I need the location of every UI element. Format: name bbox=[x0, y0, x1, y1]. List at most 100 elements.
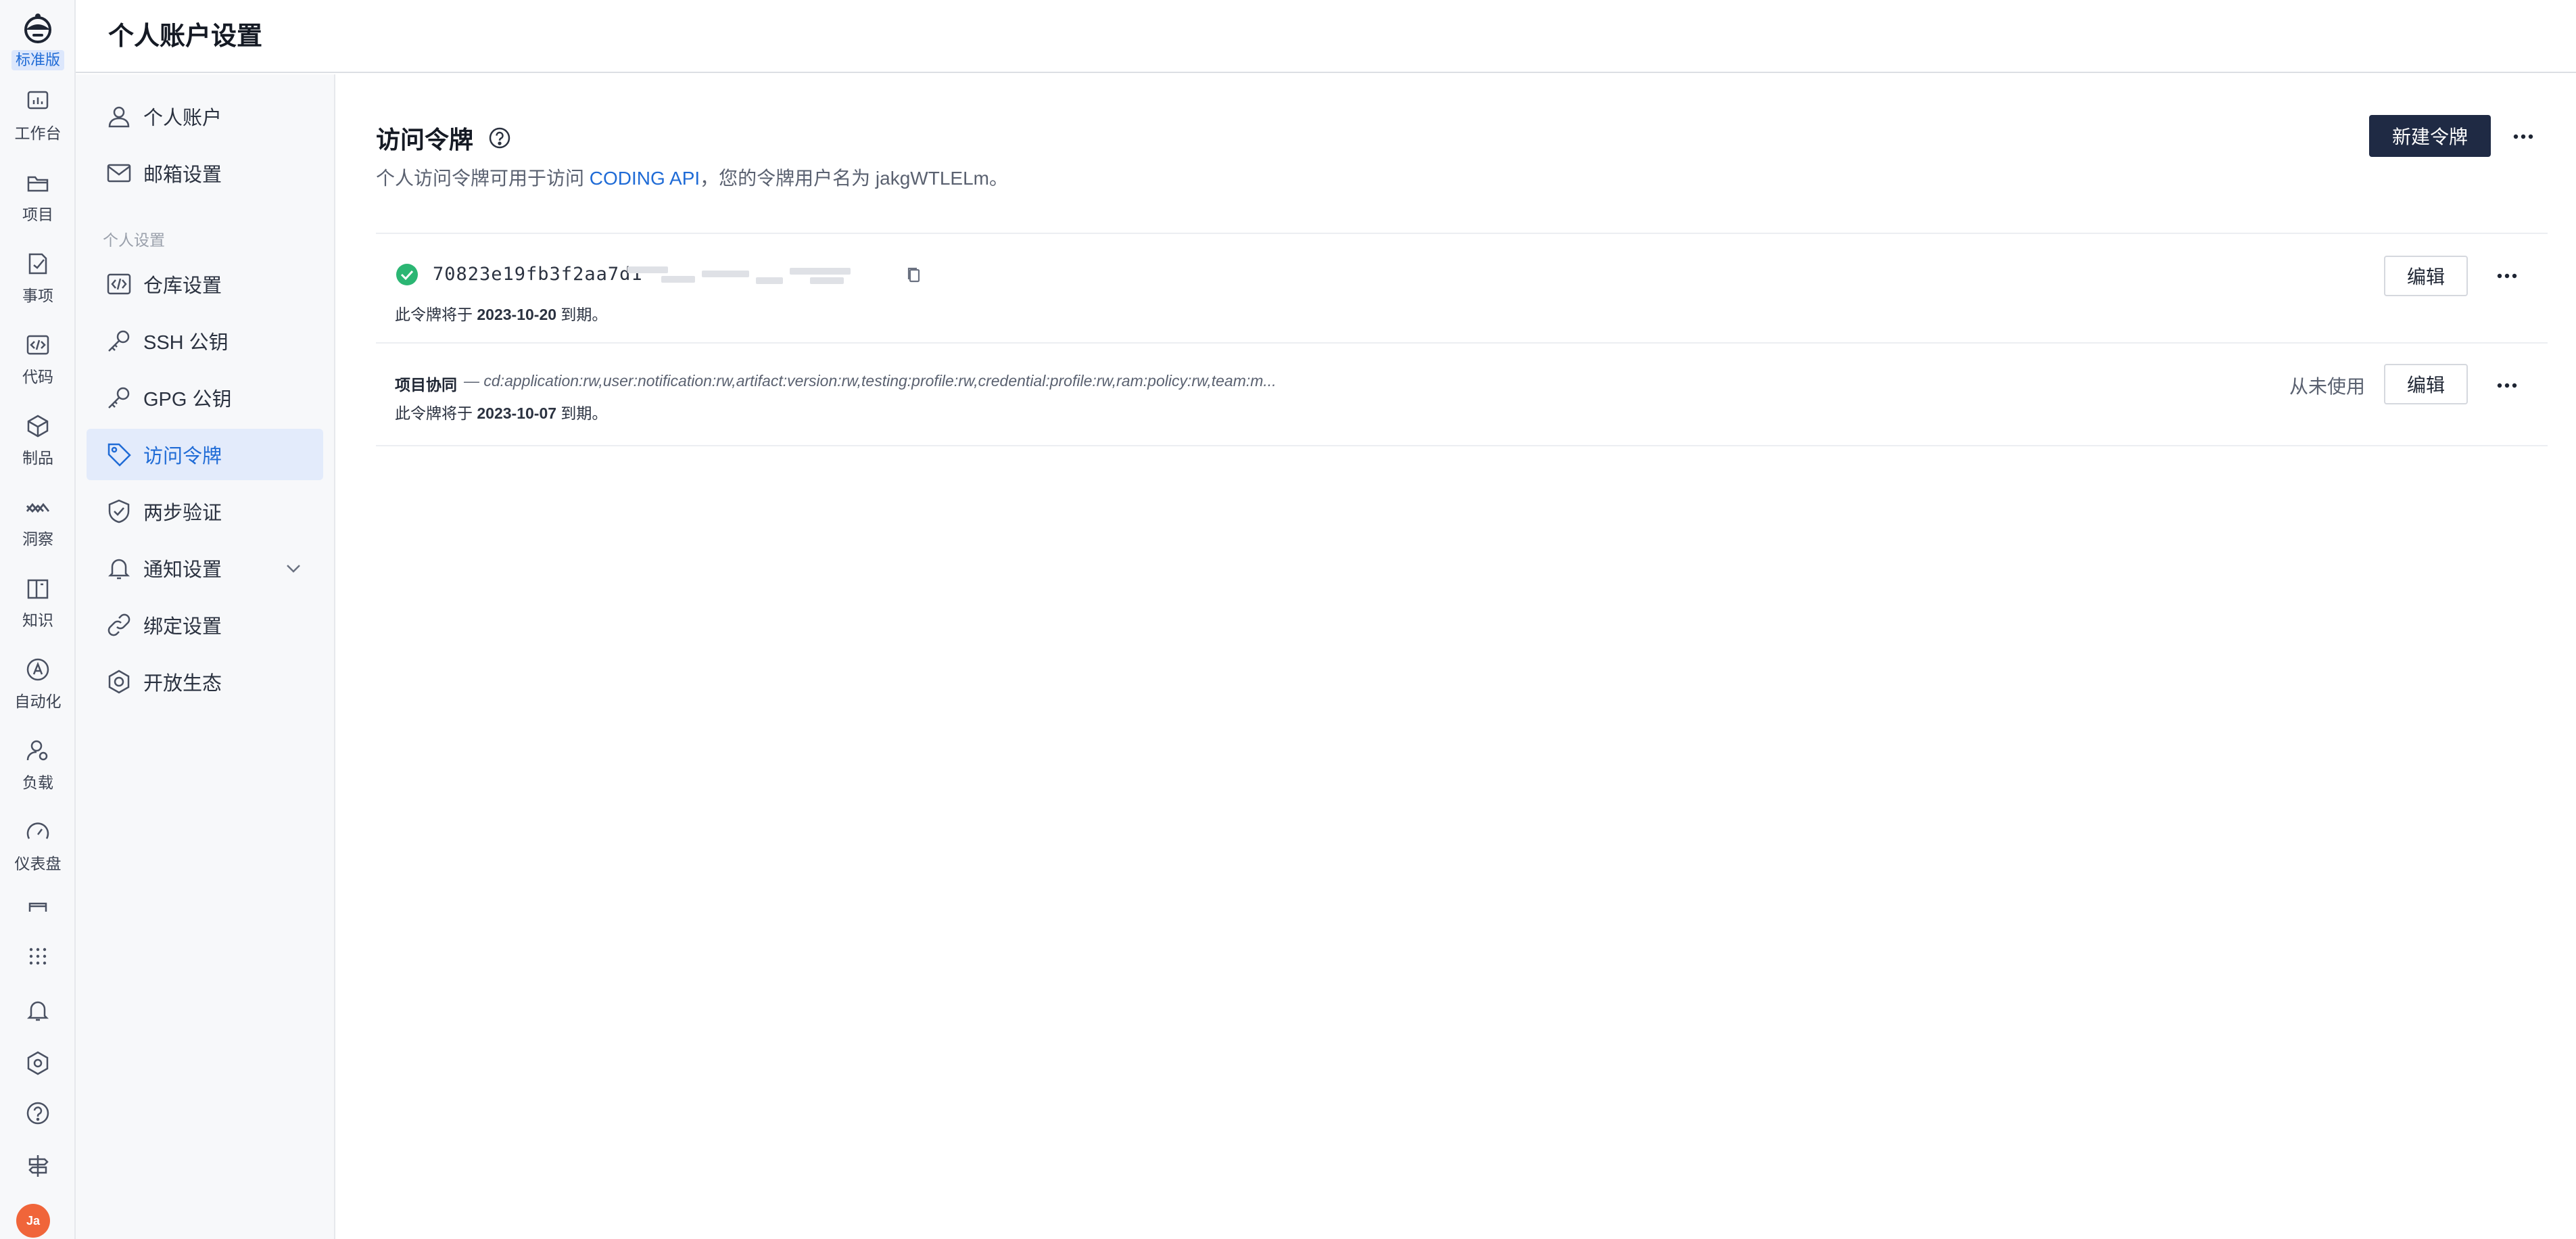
expiry-text: 到期。 bbox=[556, 404, 608, 422]
sidebar-item-label: 绑定设置 bbox=[143, 616, 222, 638]
more-options-icon[interactable] bbox=[2494, 262, 2521, 289]
code-icon bbox=[26, 335, 49, 355]
new-token-button[interactable]: 新建令牌 bbox=[2369, 115, 2491, 157]
sidebar-item-repository[interactable]: 仓库设置 bbox=[87, 258, 323, 310]
insight-icon bbox=[26, 502, 50, 513]
sidebar-item-personal-account[interactable]: 个人账户 bbox=[87, 91, 323, 142]
edit-token-button[interactable]: 编辑 bbox=[2384, 364, 2468, 404]
rail-item-insight[interactable]: 洞察 bbox=[0, 494, 76, 549]
rail-item-issues[interactable]: 事项 bbox=[0, 250, 76, 306]
mail-icon bbox=[107, 164, 131, 183]
user-icon bbox=[108, 106, 130, 128]
sidebar-item-label: 访问令牌 bbox=[143, 446, 222, 467]
token-code: 70823e19fb3f2aa7d1 bbox=[433, 264, 643, 285]
help-icon[interactable] bbox=[24, 1100, 51, 1127]
package-icon bbox=[27, 415, 49, 438]
sidebar-item-notifications[interactable]: 通知设置 bbox=[87, 542, 323, 594]
rail-item-label: 制品 bbox=[22, 449, 53, 467]
sidebar-item-bindings[interactable]: 绑定设置 bbox=[87, 599, 323, 651]
expiry-text: 此令牌将于 bbox=[395, 404, 477, 422]
sidebar-item-label: GPG 公钥 bbox=[143, 389, 232, 411]
rail-item-automation[interactable]: 自动化 bbox=[0, 656, 76, 711]
rail-item-label: 仪表盘 bbox=[14, 855, 62, 872]
rail-item-label: 事项 bbox=[22, 287, 53, 304]
coding-logo-icon bbox=[24, 14, 51, 43]
dashboard-icon bbox=[27, 91, 49, 110]
rail-item-label: 工作台 bbox=[14, 124, 62, 142]
key-icon bbox=[108, 330, 130, 352]
logo[interactable]: 标准版 bbox=[0, 9, 76, 70]
shield-check-icon bbox=[108, 499, 130, 523]
chevron-down-icon[interactable] bbox=[284, 559, 303, 578]
global-nav-rail: 标准版 工作台 项目 事项 代码 制品 洞察 知识 自动化 负载 仪表盘 Ja bbox=[0, 0, 76, 1239]
link-icon bbox=[108, 613, 130, 636]
sidebar-group-label: 个人设置 bbox=[103, 231, 165, 249]
settings-hexagon-icon[interactable] bbox=[24, 1050, 51, 1077]
rail-item-label: 自动化 bbox=[14, 693, 62, 710]
page-title: 个人账户设置 bbox=[108, 22, 263, 51]
main-content: 访问令牌 个人访问令牌可用于访问 CODING API，您的令牌用户名为 jak… bbox=[337, 74, 2576, 1239]
sidebar-item-label: 开放生态 bbox=[143, 673, 222, 695]
expiry-text: 到期。 bbox=[556, 306, 608, 323]
expiry-date: 2023-10-07 bbox=[477, 404, 557, 422]
rail-item-label: 洞察 bbox=[22, 530, 53, 548]
token-row: 70823e19fb3f2aa7d1 此令牌将于 2023-10-20 到期。 … bbox=[376, 256, 2548, 344]
token-usage-status: 从未使用 bbox=[2289, 376, 2366, 397]
more-options-icon[interactable] bbox=[2510, 123, 2537, 150]
rail-item-projects[interactable]: 项目 bbox=[0, 169, 76, 225]
sidebar-item-label: SSH 公钥 bbox=[143, 332, 229, 354]
coding-api-link[interactable]: CODING API bbox=[590, 168, 700, 189]
page-header: 个人账户设置 bbox=[76, 0, 2576, 73]
rail-item-artifacts[interactable]: 制品 bbox=[0, 413, 76, 468]
rail-item-label: 负载 bbox=[22, 774, 53, 791]
description-text: ，您的令牌用户名为 jakgWTLELm。 bbox=[700, 168, 1008, 189]
divider bbox=[376, 233, 2548, 234]
section-title-text: 访问令牌 bbox=[376, 126, 474, 154]
question-circle-icon[interactable] bbox=[488, 126, 511, 149]
token-expiry: 此令牌将于 2023-10-20 到期。 bbox=[395, 302, 607, 325]
tag-icon bbox=[108, 443, 131, 467]
more-apps-icon[interactable] bbox=[24, 898, 51, 913]
token-name: 项目协同 bbox=[395, 376, 457, 394]
rail-item-knowledge[interactable]: 知识 bbox=[0, 575, 76, 630]
avatar[interactable]: Ja bbox=[16, 1204, 50, 1238]
rail-item-workbench[interactable]: 工作台 bbox=[0, 88, 76, 143]
sidebar-item-email[interactable]: 邮箱设置 bbox=[87, 147, 323, 199]
sidebar-item-label: 两步验证 bbox=[143, 502, 222, 524]
sidebar-item-open-ecosystem[interactable]: 开放生态 bbox=[87, 656, 323, 707]
bell-icon[interactable] bbox=[24, 997, 51, 1024]
sidebar-item-ssh-keys[interactable]: SSH 公钥 bbox=[87, 315, 323, 367]
edition-badge: 标准版 bbox=[11, 50, 64, 70]
token-row: 项目协同 — cd:application:rw,user:notificati… bbox=[376, 364, 2548, 453]
workload-icon bbox=[26, 740, 48, 761]
gauge-icon bbox=[26, 822, 49, 839]
signpost-icon[interactable] bbox=[24, 1152, 51, 1179]
section-description: 个人访问令牌可用于访问 CODING API，您的令牌用户名为 jakgWTLE… bbox=[376, 164, 1008, 191]
folder-icon bbox=[27, 176, 49, 192]
rail-item-label: 项目 bbox=[22, 206, 53, 223]
more-options-icon[interactable] bbox=[2494, 372, 2521, 399]
bell-icon bbox=[108, 559, 130, 580]
ecosystem-icon bbox=[108, 670, 130, 694]
sidebar-item-two-factor[interactable]: 两步验证 bbox=[87, 486, 323, 537]
sidebar-item-gpg-keys[interactable]: GPG 公钥 bbox=[87, 372, 323, 423]
edit-token-button[interactable]: 编辑 bbox=[2384, 256, 2468, 296]
check-circle-icon bbox=[396, 264, 418, 285]
sidebar-item-label: 个人账户 bbox=[143, 108, 222, 129]
description-text: 个人访问令牌可用于访问 bbox=[376, 168, 590, 189]
sidebar-item-label: 通知设置 bbox=[143, 559, 222, 581]
sidebar-item-access-tokens[interactable]: 访问令牌 bbox=[87, 429, 323, 480]
automation-icon bbox=[26, 658, 49, 681]
settings-sidebar: 个人账户 邮箱设置 个人设置 仓库设置 SSH 公钥 GPG 公钥 访问令牌 两… bbox=[76, 74, 335, 1239]
book-icon bbox=[27, 579, 49, 599]
grid-apps-icon[interactable] bbox=[24, 943, 51, 970]
copy-icon[interactable] bbox=[905, 265, 924, 284]
rail-item-code[interactable]: 代码 bbox=[0, 331, 76, 387]
rail-item-dashboard[interactable]: 仪表盘 bbox=[0, 818, 76, 874]
section-title: 访问令牌 bbox=[376, 120, 511, 156]
code-icon bbox=[107, 273, 131, 295]
masked-token-value bbox=[627, 264, 851, 287]
key-icon bbox=[108, 387, 130, 408]
token-expiry: 此令牌将于 2023-10-07 到期。 bbox=[395, 400, 607, 423]
rail-item-workload[interactable]: 负载 bbox=[0, 737, 76, 793]
